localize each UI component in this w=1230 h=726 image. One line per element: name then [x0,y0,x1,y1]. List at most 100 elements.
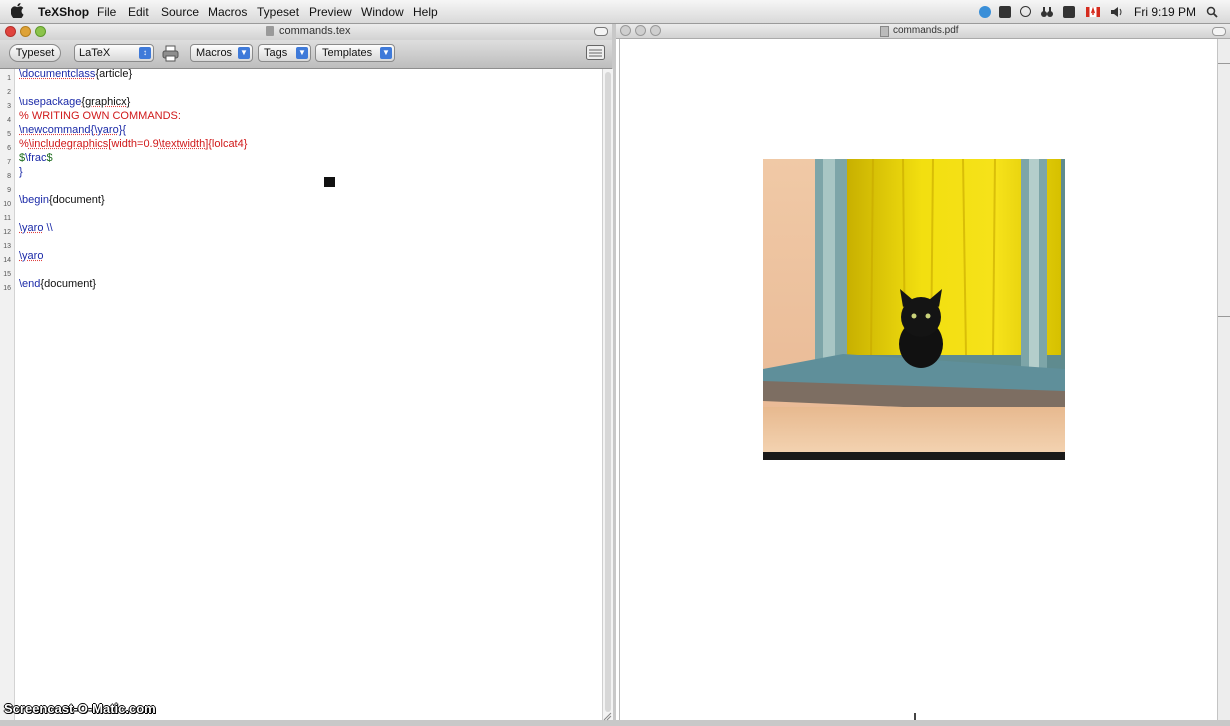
close-button[interactable] [620,25,631,36]
spotlight-icon[interactable] [1206,6,1218,18]
templates-dropdown-label: Templates [322,47,372,59]
menu-source[interactable]: Source [161,5,199,19]
minimize-button[interactable] [20,26,31,37]
code-line: \yaro \\ [19,222,53,234]
code-line: \usepackage{graphicx} [19,96,130,108]
code-command: \yaro [94,124,118,136]
scroll-mark [1218,63,1230,64]
code-argument: {article} [95,68,132,80]
chevron-down-icon: ▼ [238,47,250,59]
menu-preview[interactable]: Preview [309,5,352,19]
code-line: \documentclass{article} [19,68,132,80]
apple-icon[interactable] [11,3,24,22]
line-number: 8 [0,173,11,180]
engine-select-value: LaTeX [79,47,110,59]
code-command: \yaro [19,222,43,234]
line-number: 9 [0,187,11,194]
tags-dropdown[interactable]: Tags ▼ [258,44,311,62]
volume-icon[interactable] [1110,6,1122,18]
p-badge-icon[interactable] [999,6,1011,18]
macros-dropdown-label: Macros [196,47,232,59]
code-comment-line: %\includegraphics[width=0.9\textwidth]{l… [19,138,247,150]
close-button[interactable] [5,26,16,37]
zoom-button[interactable] [35,26,46,37]
kitten-image [763,159,1065,460]
editor-scrollbar-thumb[interactable] [605,72,611,712]
binoculars-icon[interactable] [1041,6,1053,18]
line-number: 5 [0,131,11,138]
split-window-icon[interactable] [586,45,605,60]
menu-app-name[interactable]: TeXShop [38,5,89,19]
editor-toolbar: Typeset LaTeX ↕ Macros ▼ Tags ▼ Template… [0,40,612,69]
menu-clock[interactable]: Fri 9:19 PM [1134,5,1196,19]
sync-icon[interactable] [979,6,991,18]
templates-dropdown[interactable]: Templates ▼ [315,44,395,62]
pdf-window-title: commands.pdf [893,25,959,36]
code-line: \newcommand{\yaro}{ [19,124,126,136]
line-number: 2 [0,89,11,96]
mouse-cursor-icon [324,177,335,187]
line-number: 6 [0,145,11,152]
code-command: \end [19,278,40,290]
editor-scrollbar[interactable] [602,69,613,720]
code-comment-command: \textwidth [159,138,205,150]
menu-window[interactable]: Window [361,5,404,19]
document-proxy-icon[interactable] [266,26,274,36]
code-brace: }{ [119,124,126,136]
pdf-document-icon[interactable] [880,26,889,37]
code-comment-text: ]{lolcat4} [205,138,247,150]
menu-edit[interactable]: Edit [128,5,149,19]
line-number: 13 [0,243,11,250]
code-linebreak: \\ [43,222,52,234]
toolbar-toggle-button[interactable] [1212,27,1226,36]
chevron-down-icon: ▼ [296,47,308,59]
menu-help[interactable]: Help [413,5,438,19]
line-number: 11 [0,215,11,222]
printer-icon[interactable] [162,45,179,62]
menu-bar: TeXShop File Edit Source Macros Typeset … [0,0,1230,24]
line-number: 16 [0,285,11,292]
typeset-button[interactable]: Typeset [9,44,61,62]
pdf-scrollbar[interactable] [1217,39,1230,720]
resize-grip-icon[interactable] [602,708,612,718]
recording-watermark: Screencast-O-Matic.com [4,701,156,716]
code-line: \yaro [19,250,43,262]
tags-dropdown-label: Tags [264,47,287,59]
zoom-button[interactable] [650,25,661,36]
code-line: } [19,166,23,178]
engine-select[interactable]: LaTeX ↕ [74,44,154,62]
text-cursor-icon [914,713,916,720]
macros-dropdown[interactable]: Macros ▼ [190,44,253,62]
editor-title-bar[interactable]: commands.tex [0,24,612,40]
line-number: 4 [0,117,11,124]
line-number-gutter: 1 2 3 4 5 6 7 8 9 10 11 12 13 14 15 16 [0,69,15,720]
line-number: 3 [0,103,11,110]
code-command: \frac [25,152,46,164]
canada-flag-icon[interactable] [1086,6,1098,18]
minimize-button[interactable] [635,25,646,36]
code-argument: {graphicx} [81,96,130,108]
line-number: 10 [0,201,11,208]
editor-window-title: commands.tex [279,25,351,37]
line-number: 1 [0,75,11,82]
code-argument: {document} [49,194,105,206]
input-menu-icon[interactable] [1063,6,1075,18]
line-number: 7 [0,159,11,166]
menu-macros[interactable]: Macros [208,5,247,19]
code-math-delim: $ [47,152,53,164]
search-status-icon[interactable] [1020,6,1031,17]
code-line: \begin{document} [19,194,105,206]
code-comment-command: \includegraphics [29,138,109,150]
pdf-title-bar[interactable]: commands.pdf [616,24,1230,39]
source-editor-window: commands.tex Typeset LaTeX ↕ Macros ▼ Ta… [0,24,612,720]
toolbar-toggle-button[interactable] [594,27,608,36]
menu-typeset[interactable]: Typeset [257,5,299,19]
code-line: \end{document} [19,278,96,290]
code-argument: {document} [40,278,96,290]
code-command: \documentclass [19,68,95,80]
code-command: \usepackage [19,96,81,108]
select-arrows-icon: ↕ [139,47,151,59]
menu-file[interactable]: File [97,5,116,19]
line-number: 14 [0,257,11,264]
code-command: \newcommand [19,124,91,136]
